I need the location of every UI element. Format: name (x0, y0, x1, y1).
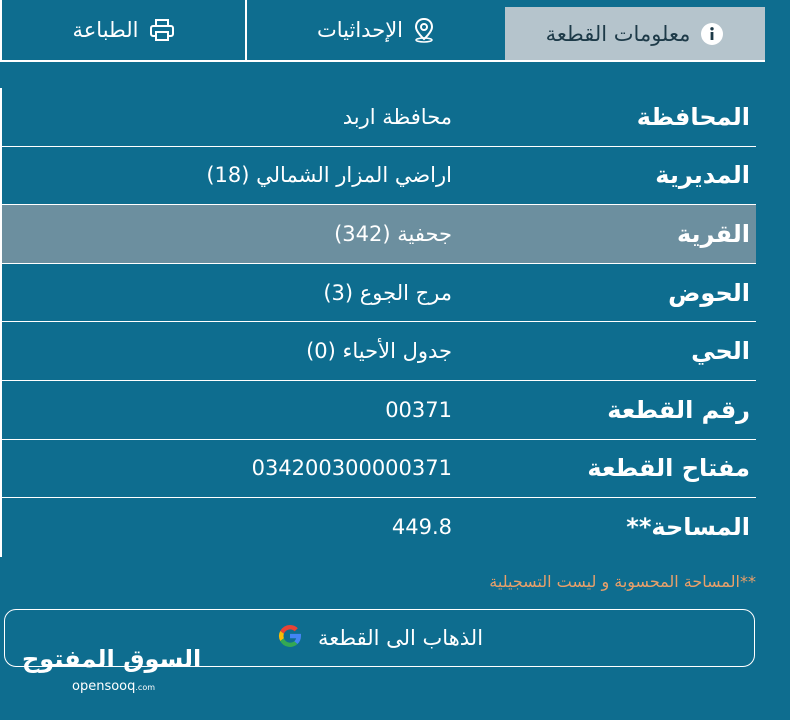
watermark-latin-suffix: .com (135, 683, 156, 692)
go-to-plot-label: الذهاب الى القطعة (317, 626, 484, 650)
row-label: القرية (676, 219, 750, 248)
tab-print[interactable]: الطباعة (0, 0, 245, 60)
location-pin-icon (413, 17, 435, 43)
row-directorate: المديرية اراضي المزار الشمالي (18) (2, 147, 756, 206)
row-governorate: المحافظة محافظة اربد (2, 88, 756, 147)
row-plot-key: مفتاح القطعة 034200300000371 (2, 440, 756, 499)
row-label: مفتاح القطعة (587, 454, 750, 483)
row-village: القرية جحفية (342) (2, 205, 756, 264)
row-value: 034200300000371 (251, 456, 452, 481)
row-value: جحفية (342) (334, 221, 452, 246)
row-value: اراضي المزار الشمالي (18) (206, 163, 452, 188)
row-label: رقم القطعة (607, 395, 750, 424)
tab-plot-info[interactable]: معلومات القطعة (505, 7, 765, 60)
row-value: 449.8 (391, 515, 452, 540)
row-label: الحوض (668, 278, 750, 307)
tab-coordinates[interactable]: الإحداثيات (245, 0, 505, 60)
tab-print-label: الطباعة (72, 18, 139, 42)
plot-info-table: المحافظة محافظة اربد المديرية اراضي المز… (0, 88, 756, 557)
opensooq-watermark: السوق المفتوح opensooq.com (22, 645, 201, 695)
google-icon (276, 622, 304, 655)
printer-icon (149, 18, 175, 42)
info-icon (700, 22, 724, 46)
row-basin: الحوض مرج الجوع (3) (2, 264, 756, 323)
watermark-latin: opensooq.com (72, 679, 155, 694)
row-label: المساحة** (626, 513, 750, 542)
tab-coordinates-label: الإحداثيات (317, 18, 403, 42)
row-value: مرج الجوع (3) (323, 280, 452, 305)
tab-plot-info-label: معلومات القطعة (545, 21, 691, 46)
tab-bar: معلومات القطعة الإحداثيات الطباعة (0, 0, 765, 62)
row-label: المحافظة (636, 102, 750, 131)
row-area: المساحة** 449.8 (2, 498, 756, 557)
watermark-arabic: السوق المفتوح (22, 645, 202, 673)
row-value: 00371 (385, 397, 452, 422)
row-neighborhood: الحي جدول الأحياء (0) (2, 322, 756, 381)
row-label: الحي (691, 337, 750, 366)
watermark-latin-name: opensooq (72, 679, 136, 694)
row-plot-number: رقم القطعة 00371 (2, 381, 756, 440)
row-value: جدول الأحياء (0) (306, 339, 452, 364)
row-label: المديرية (655, 161, 750, 190)
row-value: محافظة اربد (342, 104, 452, 129)
area-footnote: **المساحة المحسوبة و ليست التسجيلية (489, 572, 756, 591)
